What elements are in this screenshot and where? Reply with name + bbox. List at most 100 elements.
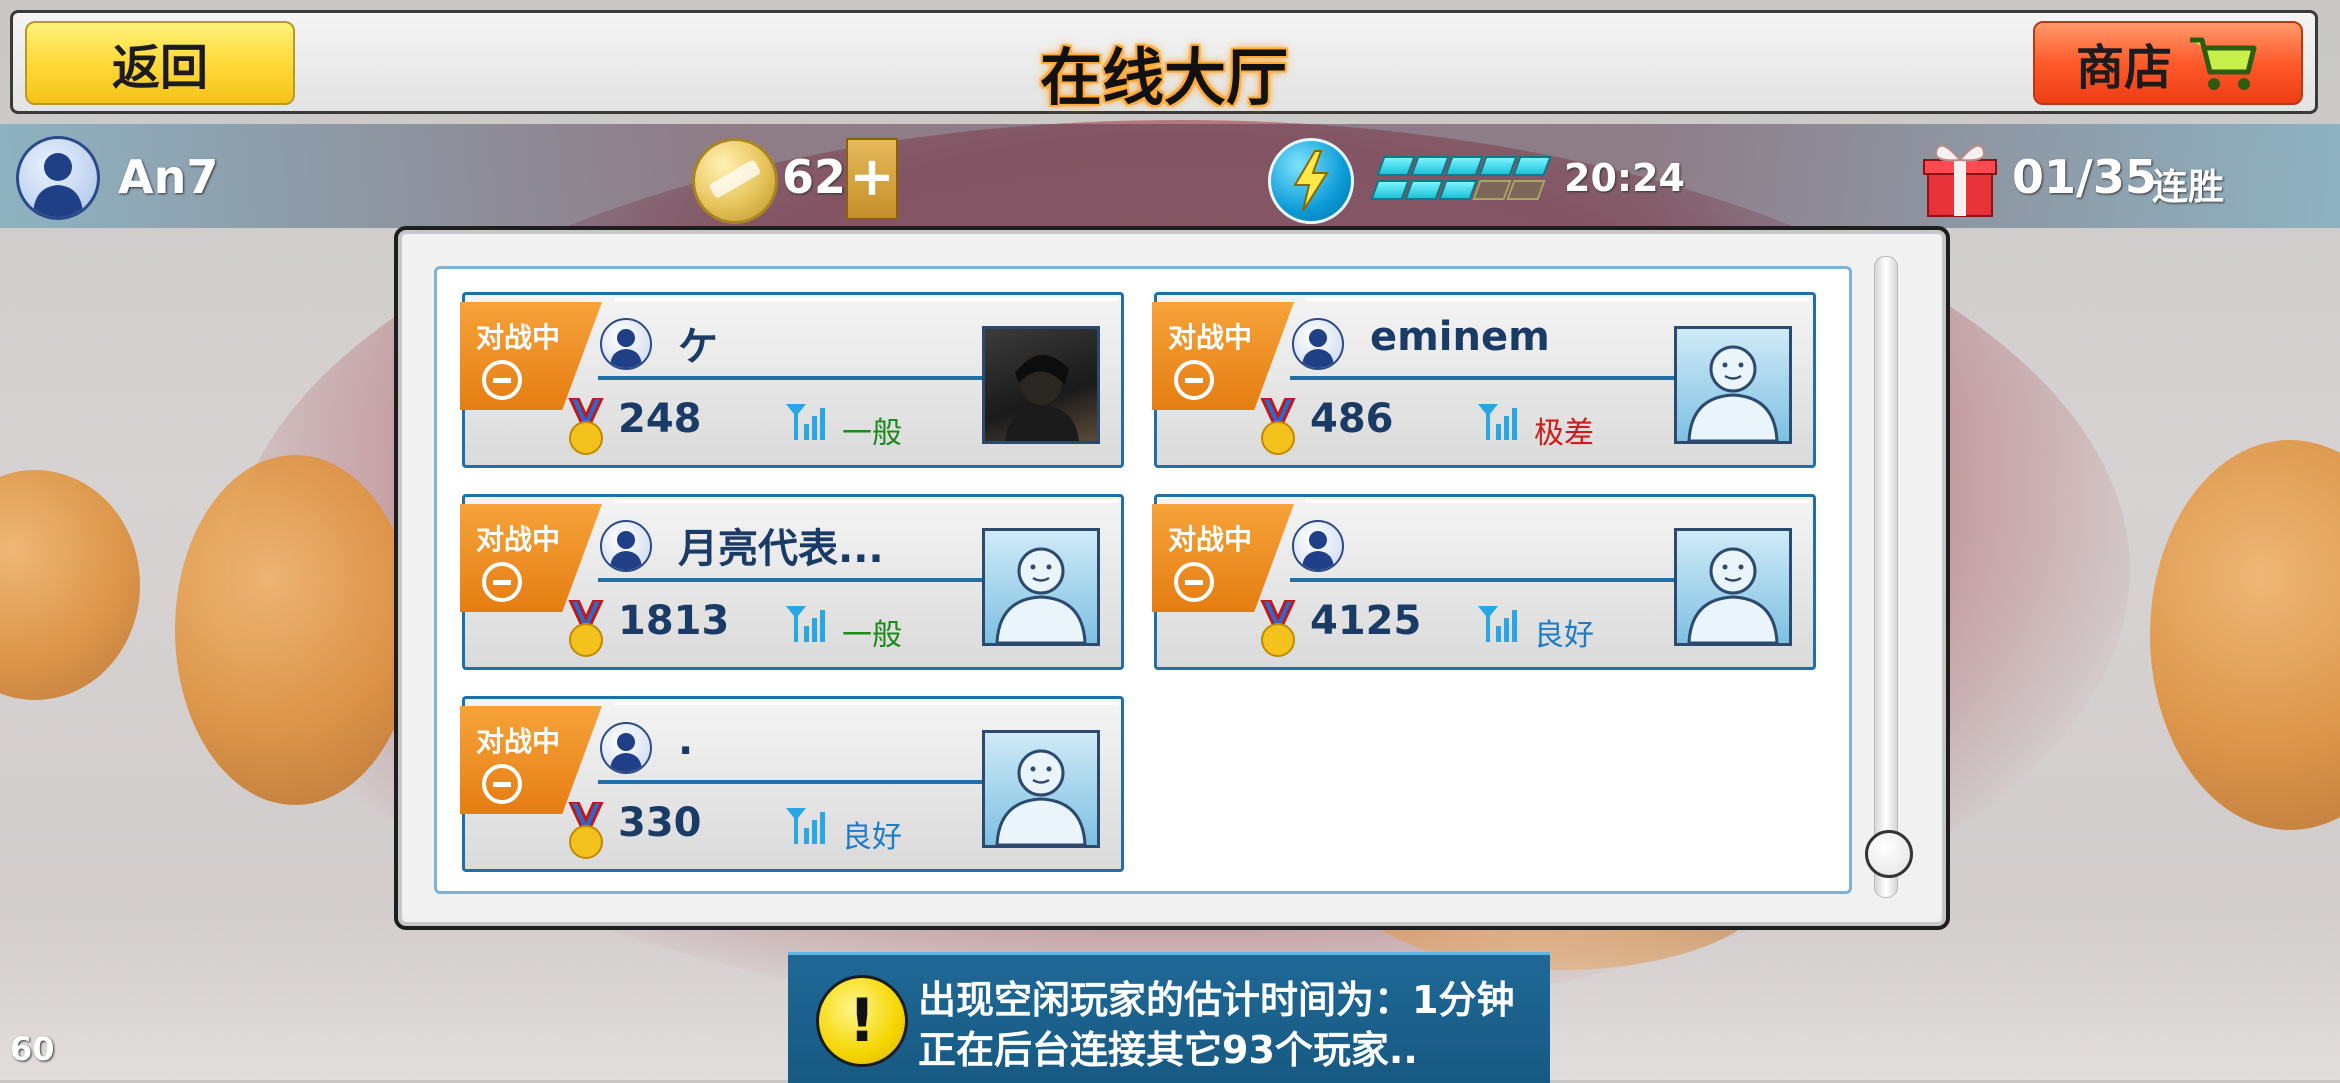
player-portrait	[1674, 528, 1792, 646]
connection-quality: 良好	[842, 820, 902, 855]
user-silhouette-icon	[1302, 531, 1334, 570]
signal-strength-icon	[786, 808, 825, 844]
card-divider	[1306, 500, 1810, 503]
shop-button[interactable]: 商店	[2033, 21, 2303, 105]
connection-quality: 良好	[1534, 618, 1594, 653]
gift-icon[interactable]	[1922, 134, 1998, 220]
energy-cell	[1438, 180, 1478, 200]
player-score: 486	[1310, 396, 1394, 442]
background-ball	[2150, 440, 2340, 830]
card-divider	[598, 376, 982, 380]
card-divider	[614, 702, 1118, 705]
player-name: 月亮代表...	[678, 526, 884, 572]
connection-quality: 极差	[1534, 416, 1594, 451]
user-silhouette-icon	[610, 531, 642, 570]
player-name: ケ	[678, 324, 718, 370]
energy-meter	[1370, 152, 1552, 204]
default-avatar-icon	[1687, 547, 1779, 643]
player-name: eminem	[1370, 314, 1550, 360]
card-divider	[1306, 298, 1810, 301]
player-card[interactable]: 对战中 . 330 良好	[460, 696, 1124, 872]
energy-icon	[1268, 138, 1354, 224]
lightning-icon	[1293, 150, 1329, 212]
warning-icon: !	[816, 975, 908, 1067]
player-portrait	[982, 326, 1100, 444]
coin-count: 62	[782, 150, 847, 204]
in-battle-label: 对战中	[1168, 523, 1253, 556]
player-avatar-icon	[1292, 318, 1344, 370]
medal-icon	[568, 398, 604, 455]
card-divider	[1290, 376, 1674, 380]
user-avatar[interactable]	[16, 136, 100, 220]
card-divider	[598, 780, 982, 784]
minus-circle-icon	[1174, 562, 1214, 602]
energy-cell	[1370, 180, 1410, 200]
player-name: .	[678, 718, 694, 764]
default-avatar-icon	[995, 547, 1087, 643]
connection-quality: 一般	[842, 416, 902, 451]
user-silhouette-icon	[1302, 329, 1334, 368]
page-title: 在线大厅	[1039, 41, 1288, 114]
player-avatar-icon	[600, 520, 652, 572]
player-portrait	[982, 528, 1100, 646]
player-avatar-icon	[1292, 520, 1344, 572]
top-bar: 返回 在线大厅 商店	[10, 10, 2318, 114]
in-battle-label: 对战中	[476, 321, 561, 354]
default-avatar-icon	[1687, 345, 1779, 441]
minus-circle-icon	[482, 360, 522, 400]
player-card[interactable]: 对战中 月亮代表... 1813 一般	[460, 494, 1124, 670]
energy-cell	[1376, 156, 1416, 176]
player-score: 248	[618, 396, 702, 442]
medal-icon	[568, 600, 604, 657]
energy-cell	[1472, 180, 1512, 200]
shop-button-label: 商店	[2075, 40, 2172, 96]
fps-counter: 60	[10, 1030, 55, 1068]
player-score: 330	[618, 800, 702, 846]
player-card[interactable]: 对战中 4125 良好	[1152, 494, 1816, 670]
player-avatar-icon	[600, 722, 652, 774]
signal-strength-icon	[786, 404, 825, 440]
cart-icon	[2190, 37, 2257, 90]
scrollbar-thumb[interactable]	[1865, 830, 1913, 878]
player-card[interactable]: 对战中 eminem 486 极差	[1152, 292, 1816, 468]
user-silhouette-icon	[610, 733, 642, 772]
player-score: 4125	[1310, 598, 1422, 644]
background-ball	[175, 455, 415, 805]
win-streak-count: 01/35	[2012, 150, 2157, 204]
energy-cell	[1478, 156, 1518, 176]
in-battle-label: 对战中	[476, 523, 561, 556]
minus-circle-icon	[482, 562, 522, 602]
signal-strength-icon	[786, 606, 825, 642]
signal-strength-icon	[1478, 404, 1517, 440]
signal-strength-icon	[1478, 606, 1517, 642]
default-avatar-icon	[995, 749, 1087, 845]
player-score: 1813	[618, 598, 730, 644]
connection-quality: 一般	[842, 618, 902, 653]
energy-timer: 20:24	[1564, 156, 1685, 200]
medal-icon	[568, 802, 604, 859]
player-photo	[1005, 353, 1079, 441]
energy-cell	[1410, 156, 1450, 176]
banner-line-2: 正在后台连接其它93个玩家..	[918, 1028, 1418, 1072]
background-ball	[0, 470, 140, 700]
add-coins-button[interactable]: +	[846, 138, 898, 220]
player-card[interactable]: 对战中 ケ 248 一般	[460, 292, 1124, 468]
player-portrait	[1674, 326, 1792, 444]
in-battle-label: 对战中	[1168, 321, 1253, 354]
energy-cell	[1404, 180, 1444, 200]
card-divider	[614, 500, 1118, 503]
player-avatar-icon	[600, 318, 652, 370]
card-divider	[598, 578, 982, 582]
medal-icon	[1260, 600, 1296, 657]
username: An7	[118, 150, 219, 204]
coin-icon	[692, 138, 778, 224]
card-divider	[614, 298, 1118, 301]
in-battle-label: 对战中	[476, 725, 561, 758]
win-streak-label: 连胜	[2152, 167, 2225, 208]
player-portrait	[982, 730, 1100, 848]
energy-cell	[1506, 180, 1546, 200]
minus-circle-icon	[1174, 360, 1214, 400]
card-divider	[1290, 578, 1674, 582]
medal-icon	[1260, 398, 1296, 455]
scrollbar-track[interactable]	[1874, 256, 1898, 898]
